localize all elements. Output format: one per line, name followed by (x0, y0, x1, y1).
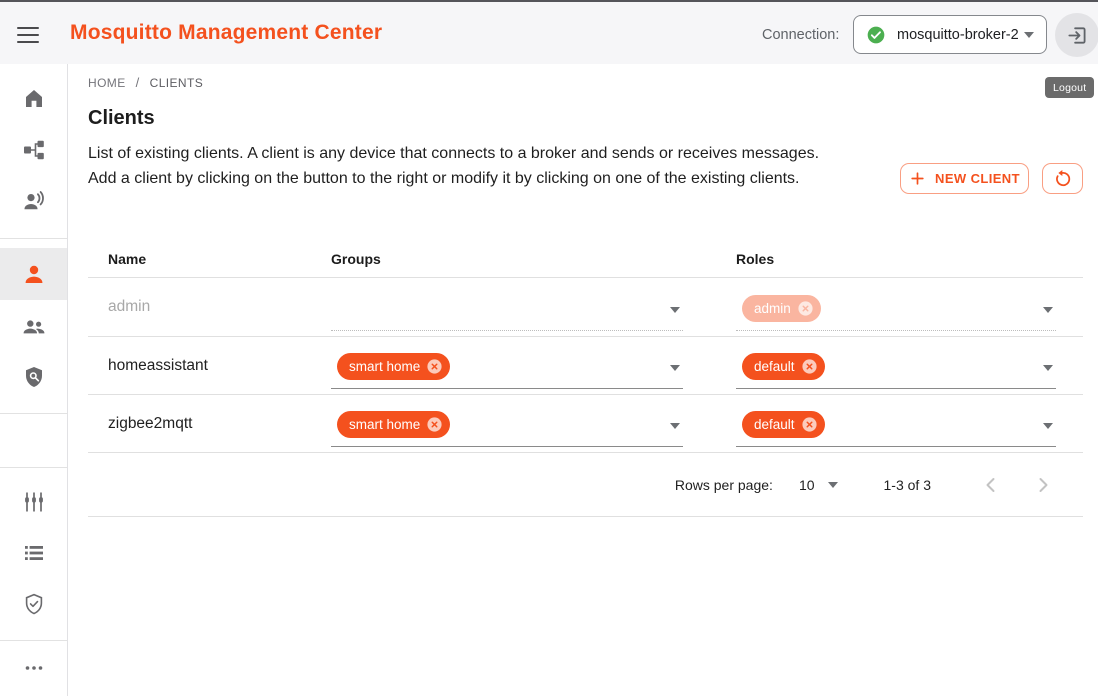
chevron-down-icon (670, 423, 680, 429)
chip-delete-icon[interactable] (797, 300, 814, 317)
breadcrumb-home-link[interactable]: HOME (88, 76, 126, 90)
role-chip[interactable]: admin (742, 295, 821, 322)
column-header-roles: Roles (736, 251, 774, 267)
table-header-row: Name Groups Roles (88, 240, 1083, 278)
page-description: List of existing clients. A client is an… (88, 141, 830, 191)
breadcrumb-separator: / (136, 75, 140, 90)
groups-select[interactable]: smart home (331, 345, 683, 389)
rows-per-page-value: 10 (799, 477, 815, 493)
table-pagination: Rows per page: 10 1-3 of 3 (88, 453, 1083, 517)
record-voice-icon (22, 189, 46, 213)
person-icon (22, 262, 46, 286)
top-app-bar: Mosquitto Management Center Connection: … (0, 2, 1098, 64)
new-client-button-label: NEW CLIENT (935, 171, 1020, 186)
groups-select[interactable] (331, 287, 683, 331)
logout-icon (1066, 24, 1089, 47)
sidebar (0, 64, 68, 696)
group-chip-label: smart home (349, 359, 420, 374)
chevron-down-icon (1043, 365, 1053, 371)
table-row-homeassistant[interactable]: homeassistant smart home default (88, 337, 1083, 395)
plus-icon (909, 170, 926, 187)
sidebar-item-streams[interactable] (0, 175, 67, 226)
sidebar-item-policies[interactable] (0, 351, 67, 402)
rows-per-page-select[interactable]: 10 (799, 477, 838, 493)
policy-icon (22, 365, 46, 389)
role-chip[interactable]: default (742, 353, 825, 380)
role-chip-label: default (754, 359, 795, 374)
pagination-range: 1-3 of 3 (884, 477, 931, 493)
rows-per-page-label: Rows per page: (675, 477, 773, 493)
sidebar-spacer (0, 468, 67, 476)
chevron-right-icon (1031, 473, 1055, 497)
refresh-button[interactable] (1042, 163, 1083, 194)
home-icon (22, 87, 46, 111)
chip-delete-icon[interactable] (426, 358, 443, 375)
role-chip-label: admin (754, 301, 791, 316)
shield-check-icon (22, 592, 46, 616)
hamburger-menu-button[interactable] (17, 22, 41, 46)
clients-table: Name Groups Roles admin admin homeassist… (88, 240, 1083, 517)
list-icon (22, 541, 46, 565)
sidebar-item-settings[interactable] (0, 476, 67, 527)
app-title: Mosquitto Management Center (70, 21, 382, 45)
group-chip-label: smart home (349, 417, 420, 432)
breadcrumb-current: CLIENTS (150, 76, 203, 90)
client-name: admin (108, 298, 150, 316)
connection-select[interactable]: mosquitto-broker-2 (853, 15, 1047, 54)
connection-value: mosquitto-broker-2 (897, 27, 1024, 43)
chevron-down-icon (1043, 307, 1053, 313)
roles-select[interactable]: default (736, 345, 1056, 389)
sidebar-spacer (0, 64, 67, 73)
table-row-admin[interactable]: admin admin (88, 278, 1083, 337)
sidebar-item-topology[interactable] (0, 124, 67, 175)
roles-select[interactable]: default (736, 403, 1056, 447)
breadcrumb: HOME / CLIENTS (88, 75, 203, 90)
logout-button[interactable] (1055, 13, 1098, 57)
column-header-groups: Groups (331, 251, 381, 267)
role-chip[interactable]: default (742, 411, 825, 438)
people-icon (22, 314, 46, 338)
column-header-name: Name (108, 251, 146, 267)
logout-tooltip: Logout (1045, 77, 1094, 98)
group-chip[interactable]: smart home (337, 353, 450, 380)
page-title: Clients (88, 107, 155, 130)
topology-icon (22, 138, 46, 162)
sidebar-item-logs[interactable] (0, 527, 67, 578)
roles-select[interactable]: admin (736, 287, 1056, 331)
chevron-down-icon (670, 307, 680, 313)
sidebar-item-groups[interactable] (0, 300, 67, 351)
client-name: zigbee2mqtt (108, 415, 192, 433)
chevron-down-icon (1024, 32, 1034, 38)
groups-select[interactable]: smart home (331, 403, 683, 447)
connection-label: Connection: (762, 27, 839, 43)
next-page-button[interactable] (1031, 473, 1055, 497)
chevron-left-icon (979, 473, 1003, 497)
sidebar-item-more[interactable] (0, 642, 67, 693)
chevron-down-icon (1043, 423, 1053, 429)
sidebar-item-home[interactable] (0, 73, 67, 124)
more-horizontal-icon (22, 656, 46, 680)
sidebar-item-security[interactable] (0, 578, 67, 629)
sidebar-spacer (0, 239, 67, 248)
connected-check-icon (866, 25, 886, 45)
chip-delete-icon[interactable] (801, 358, 818, 375)
refresh-icon (1053, 169, 1073, 189)
chip-delete-icon[interactable] (801, 416, 818, 433)
sidebar-item-clients[interactable] (0, 248, 67, 300)
sliders-icon (22, 490, 46, 514)
table-row-zigbee2mqtt[interactable]: zigbee2mqtt smart home default (88, 395, 1083, 453)
chip-delete-icon[interactable] (426, 416, 443, 433)
sidebar-spacer (0, 414, 67, 467)
group-chip[interactable]: smart home (337, 411, 450, 438)
previous-page-button[interactable] (979, 473, 1003, 497)
client-name: homeassistant (108, 357, 208, 375)
chevron-down-icon (670, 365, 680, 371)
chevron-down-icon (828, 482, 838, 488)
role-chip-label: default (754, 417, 795, 432)
new-client-button[interactable]: NEW CLIENT (900, 163, 1029, 194)
